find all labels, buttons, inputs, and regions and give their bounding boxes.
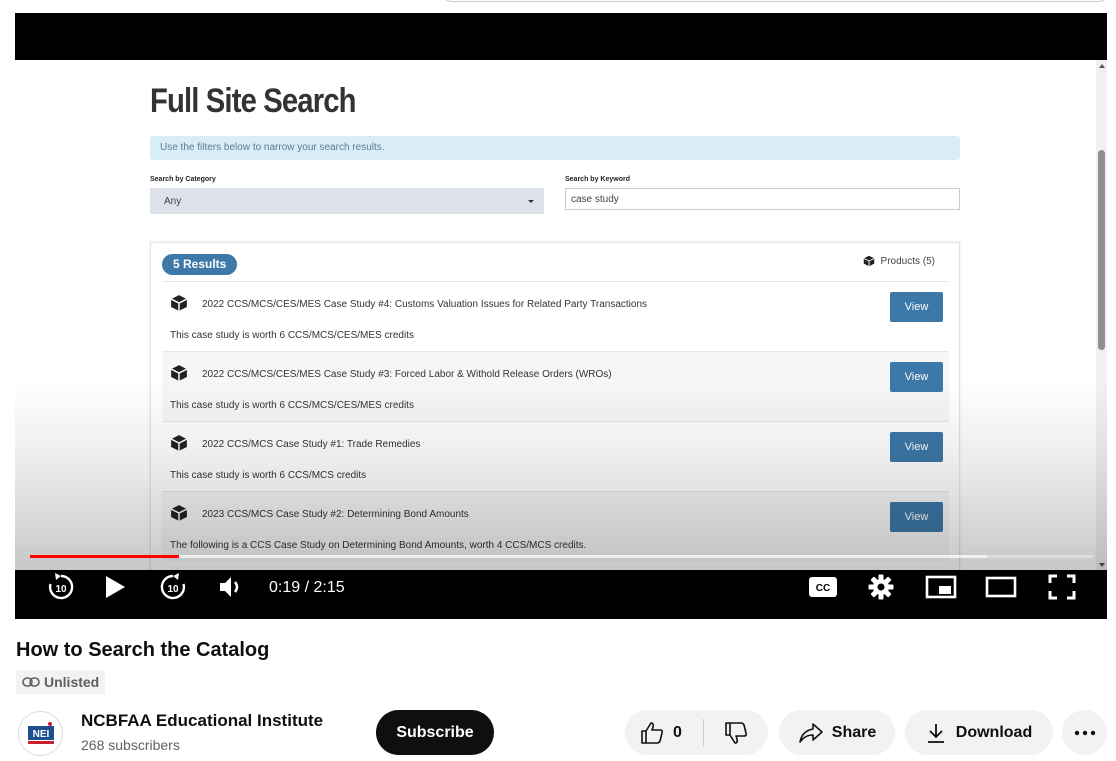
keyword-label: Search by Keyword — [565, 176, 630, 183]
video-player[interactable]: Full Site Search Use the filters below t… — [15, 13, 1107, 619]
share-label: Share — [831, 723, 877, 741]
theater-mode-button[interactable] — [981, 567, 1021, 607]
filter-notice: Use the filters below to narrow your sea… — [150, 136, 960, 160]
miniplayer-icon — [925, 575, 957, 599]
more-horizontal-icon — [1074, 730, 1095, 735]
miniplayer-button[interactable] — [921, 567, 961, 607]
products-filter: Products (5) — [863, 255, 935, 267]
video-title: How to Search the Catalog — [16, 639, 270, 661]
products-label: Products (5) — [880, 255, 935, 267]
result-description: The following is a CCS Case Study on Det… — [170, 540, 587, 551]
result-row: 2022 CCS/MCS Case Study #1: Trade Remedi… — [162, 421, 949, 491]
settings-button[interactable] — [861, 567, 901, 607]
fullscreen-button[interactable] — [1042, 567, 1082, 607]
thumbs-down-icon — [725, 721, 748, 744]
fullscreen-icon — [1048, 574, 1076, 600]
box-icon — [170, 295, 188, 311]
view-button: View — [890, 362, 943, 392]
forward-10-icon: 10 — [160, 573, 186, 600]
player-controls: 10 10 0:19 / 2:15 CC — [15, 551, 1107, 619]
unlisted-badge: Unlisted — [16, 670, 106, 694]
view-button: View — [890, 432, 943, 462]
channel-avatar[interactable]: NEI — [18, 711, 63, 756]
forward-label: 10 — [167, 584, 179, 595]
category-select: Any — [150, 188, 544, 214]
progress-bar[interactable] — [30, 555, 1093, 558]
played-bar — [30, 555, 179, 558]
download-label: Download — [955, 723, 1033, 741]
result-row: 2022 CCS/MCS/CES/MES Case Study #4: Cust… — [162, 281, 949, 351]
rewind-10-icon: 10 — [48, 573, 74, 600]
dislike-button[interactable] — [704, 710, 768, 755]
box-icon — [170, 505, 188, 521]
link-icon — [22, 677, 40, 687]
category-value: Any — [164, 196, 182, 207]
like-count: 0 — [673, 723, 682, 741]
like-button[interactable]: 0 — [625, 710, 703, 755]
box-icon — [863, 255, 874, 267]
view-button: View — [890, 292, 943, 322]
download-button[interactable]: Download — [905, 710, 1053, 755]
subscriber-count: 268 subscribers — [81, 737, 180, 753]
result-title: 2023 CCS/MCS Case Study #2: Determining … — [202, 509, 469, 520]
result-description: This case study is worth 6 CCS/MCS/CES/M… — [170, 330, 414, 341]
video-scrollbar — [1096, 60, 1107, 570]
view-button: View — [890, 502, 943, 532]
gear-icon — [868, 574, 894, 600]
result-title: 2022 CCS/MCS Case Study #1: Trade Remedi… — [202, 439, 421, 450]
caret-down-icon — [528, 200, 534, 203]
volume-icon — [220, 577, 239, 597]
rewind-label: 10 — [55, 584, 67, 595]
keyword-input: case study — [565, 188, 960, 210]
like-dislike-group: 0 — [625, 710, 768, 755]
share-icon — [798, 722, 823, 743]
more-actions-button[interactable] — [1062, 710, 1107, 755]
play-button[interactable] — [95, 567, 135, 607]
box-icon — [170, 365, 188, 381]
result-description: This case study is worth 6 CCS/MCS/CES/M… — [170, 400, 414, 411]
time-display: 0:19 / 2:15 — [269, 579, 345, 596]
play-icon — [106, 576, 125, 598]
subscribe-button[interactable]: Subscribe — [376, 710, 494, 755]
captions-icon: CC — [809, 577, 837, 597]
box-icon — [170, 435, 188, 451]
visibility-label: Unlisted — [44, 674, 100, 690]
results-panel: 5 Results Products (5) 2022 CCS/MCS/CES/… — [150, 242, 960, 570]
search-box-edge[interactable] — [440, 0, 1110, 2]
avatar-text: NEI — [32, 729, 49, 740]
theater-icon — [985, 576, 1017, 598]
category-label: Search by Category — [150, 176, 216, 183]
rewind-10-button[interactable]: 10 — [41, 567, 81, 607]
captions-label: CC — [816, 583, 830, 594]
channel-name[interactable]: NCBFAA Educational Institute — [81, 711, 323, 731]
forward-10-button[interactable]: 10 — [153, 567, 193, 607]
download-icon — [927, 723, 944, 743]
channel-logo-icon: NEI — [27, 721, 54, 744]
thumbs-up-icon — [641, 721, 664, 744]
captions-button[interactable]: CC — [803, 567, 843, 607]
share-button[interactable]: Share — [779, 710, 895, 755]
results-count-badge: 5 Results — [162, 254, 238, 275]
video-frame[interactable]: Full Site Search Use the filters below t… — [15, 60, 1107, 570]
result-description: This case study is worth 6 CCS/MCS credi… — [170, 470, 367, 481]
masthead-edge — [0, 0, 1116, 13]
volume-button[interactable] — [211, 567, 251, 607]
video-page-title: Full Site Search — [150, 82, 356, 120]
result-row: 2022 CCS/MCS/CES/MES Case Study #3: Forc… — [162, 351, 949, 421]
result-title: 2022 CCS/MCS/CES/MES Case Study #3: Forc… — [202, 369, 612, 380]
result-title: 2022 CCS/MCS/CES/MES Case Study #4: Cust… — [202, 299, 648, 310]
